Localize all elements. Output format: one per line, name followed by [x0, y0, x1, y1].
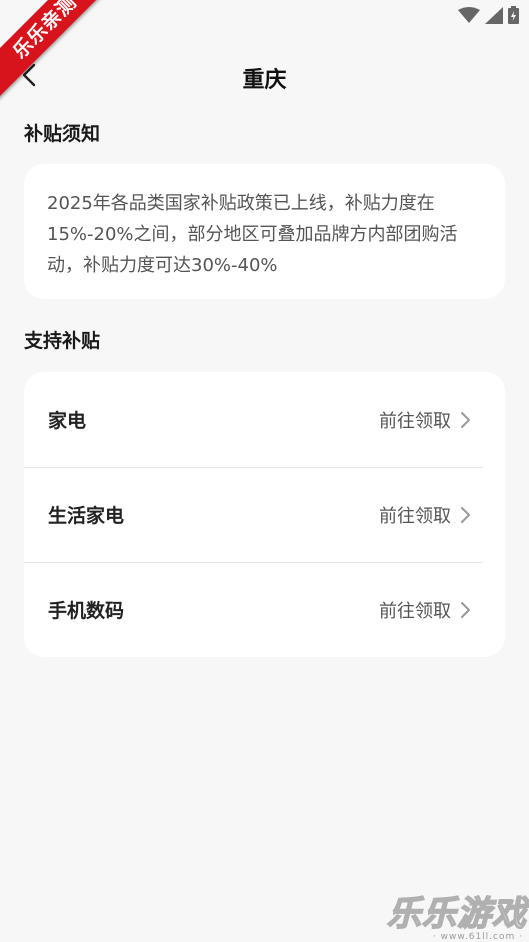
chevron-right-icon — [459, 601, 471, 619]
watermark-title: 乐乐游戏 — [386, 894, 527, 934]
signal-icon — [485, 6, 503, 28]
chevron-right-icon — [459, 411, 471, 429]
watermark-url: · www.61ll.com · — [432, 932, 523, 942]
page-title: 重庆 — [242, 68, 287, 93]
wifi-icon — [458, 6, 480, 28]
claim-link[interactable]: 前往领取 — [379, 407, 451, 433]
chevron-right-icon — [459, 506, 471, 524]
claim-link[interactable]: 前往领取 — [379, 597, 451, 623]
subsidy-label: 家电 — [48, 410, 87, 432]
subsidies-section-title: 支持补贴 — [24, 330, 101, 352]
subsidy-row-home-appliances[interactable]: 生活家电 前往领取 — [24, 467, 505, 562]
site-watermark: 乐乐游戏 · www.61ll.com · — [386, 894, 527, 942]
subsidy-label: 生活家电 — [48, 505, 125, 527]
subsidy-row-appliances[interactable]: 家电 前往领取 — [24, 372, 505, 467]
notice-text: 2025年各品类国家补贴政策已上线，补贴力度在15%-20%之间，部分地区可叠加… — [47, 193, 458, 276]
subsidy-label: 手机数码 — [48, 600, 125, 622]
claim-link[interactable]: 前往领取 — [379, 502, 451, 528]
battery-icon — [508, 6, 519, 28]
subsidy-row-digital[interactable]: 手机数码 前往领取 — [24, 562, 505, 657]
status-icons — [458, 6, 519, 28]
notice-card: 2025年各品类国家补贴政策已上线，补贴力度在15%-20%之间，部分地区可叠加… — [24, 164, 505, 299]
notice-section-title: 补贴须知 — [24, 123, 101, 145]
subsidy-list: 家电 前往领取 生活家电 前往领取 手机数码 前往领取 — [24, 372, 505, 657]
header: 重庆 — [0, 52, 529, 104]
